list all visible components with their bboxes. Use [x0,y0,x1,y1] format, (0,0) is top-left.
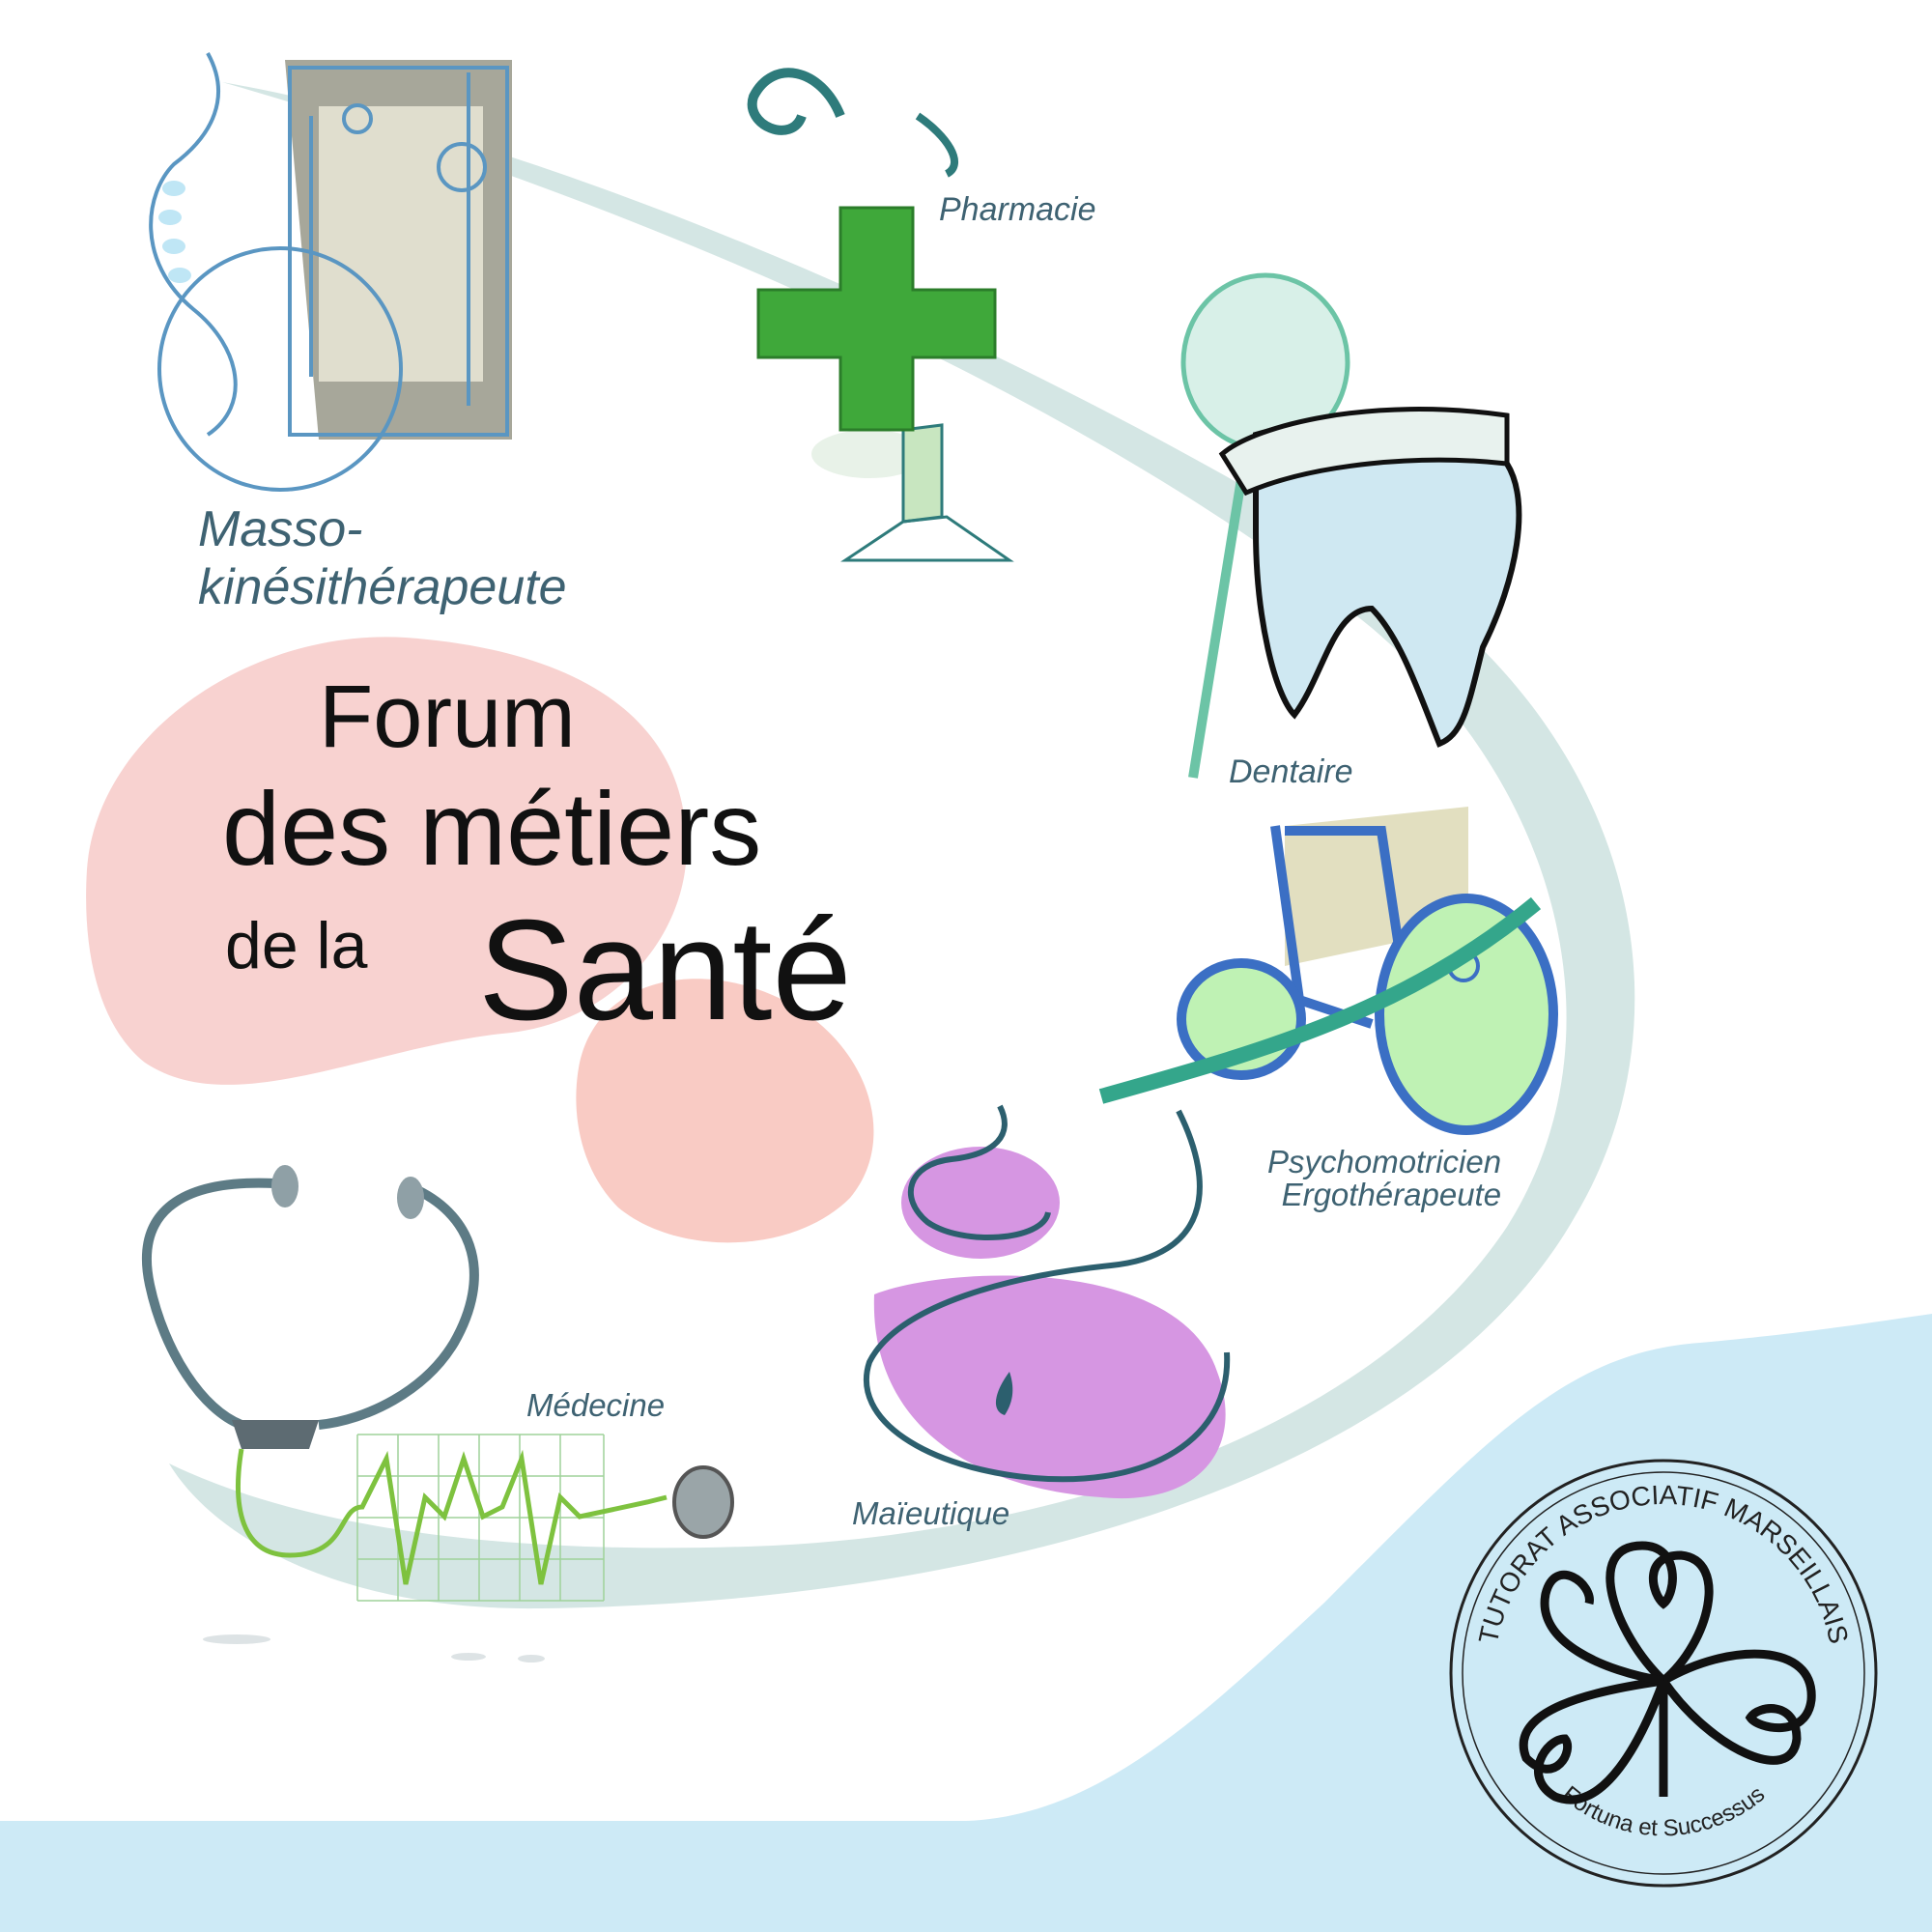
title-line-de-la: de la [225,909,368,982]
label-pharmacie: Pharmacie [939,191,1096,228]
label-masso-line1: Masso- [198,501,363,557]
pharmacy-cross-icon [747,68,1014,562]
label-psychomotricien-ergotherapeute: Psychomotricien Ergothérapeute [1267,1146,1501,1211]
label-psychomotricien: Psychomotricien [1267,1144,1502,1179]
label-masso-kinesitherapeute: Masso- kinésithérapeute [198,500,567,616]
label-ergotherapeute: Ergothérapeute [1281,1177,1502,1212]
title-line-metiers: des métiers [222,770,762,887]
pregnant-belly-icon [863,1104,1231,1499]
tooth-icon [1180,272,1522,779]
title-line-sante: Santé [478,891,852,1050]
label-dentaire: Dentaire [1229,753,1353,790]
massage-table-icon [149,52,512,492]
wheelchair-icon [1098,807,1558,1135]
title-line-forum: Forum [319,668,576,766]
label-medecine: Médecine [526,1387,666,1423]
label-maieutique: Maïeutique [852,1495,1010,1531]
label-masso-line2: kinésithérapeute [198,559,567,615]
